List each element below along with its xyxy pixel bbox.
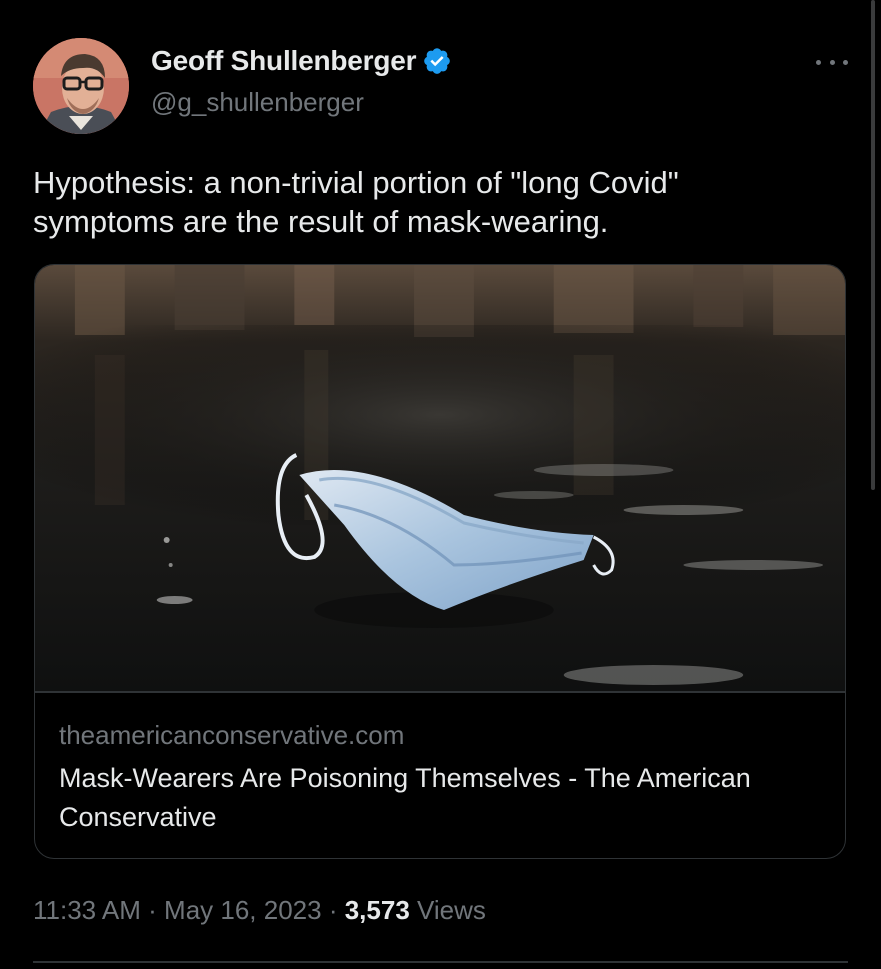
tweet-meta: 11:33 AM · May 16, 2023 · 3,573 Views	[33, 895, 486, 926]
author-handle[interactable]: @g_shullenberger	[151, 87, 364, 118]
link-card-title: Mask-Wearers Are Poisoning Themselves - …	[59, 763, 751, 832]
author-display-name[interactable]: Geoff Shullenberger	[151, 45, 417, 77]
more-options-icon[interactable]	[816, 52, 848, 72]
meta-separator: ·	[321, 895, 345, 925]
tweet-header: Geoff Shullenberger @g_shullenberger	[33, 38, 848, 134]
link-card-image[interactable]	[35, 265, 845, 691]
scrollbar[interactable]	[871, 0, 875, 490]
verified-badge-icon[interactable]	[422, 46, 452, 76]
author-name-row: Geoff Shullenberger	[151, 45, 452, 77]
tweet-date[interactable]: May 16, 2023	[164, 895, 322, 926]
views-count[interactable]: 3,573	[345, 895, 410, 926]
tweet-time[interactable]: 11:33 AM	[33, 895, 141, 926]
views-label: Views	[409, 895, 486, 925]
avatar-image	[33, 38, 129, 134]
tweet-text: Hypothesis: a non-trivial portion of "lo…	[33, 165, 679, 239]
meta-separator: ·	[140, 895, 165, 925]
link-card-domain: theamericanconservative.com	[59, 720, 405, 750]
section-divider	[33, 961, 848, 963]
author-avatar[interactable]	[33, 38, 129, 134]
link-card[interactable]: theamericanconservative.com Mask-Wearers…	[34, 264, 846, 859]
link-card-divider	[35, 691, 845, 693]
